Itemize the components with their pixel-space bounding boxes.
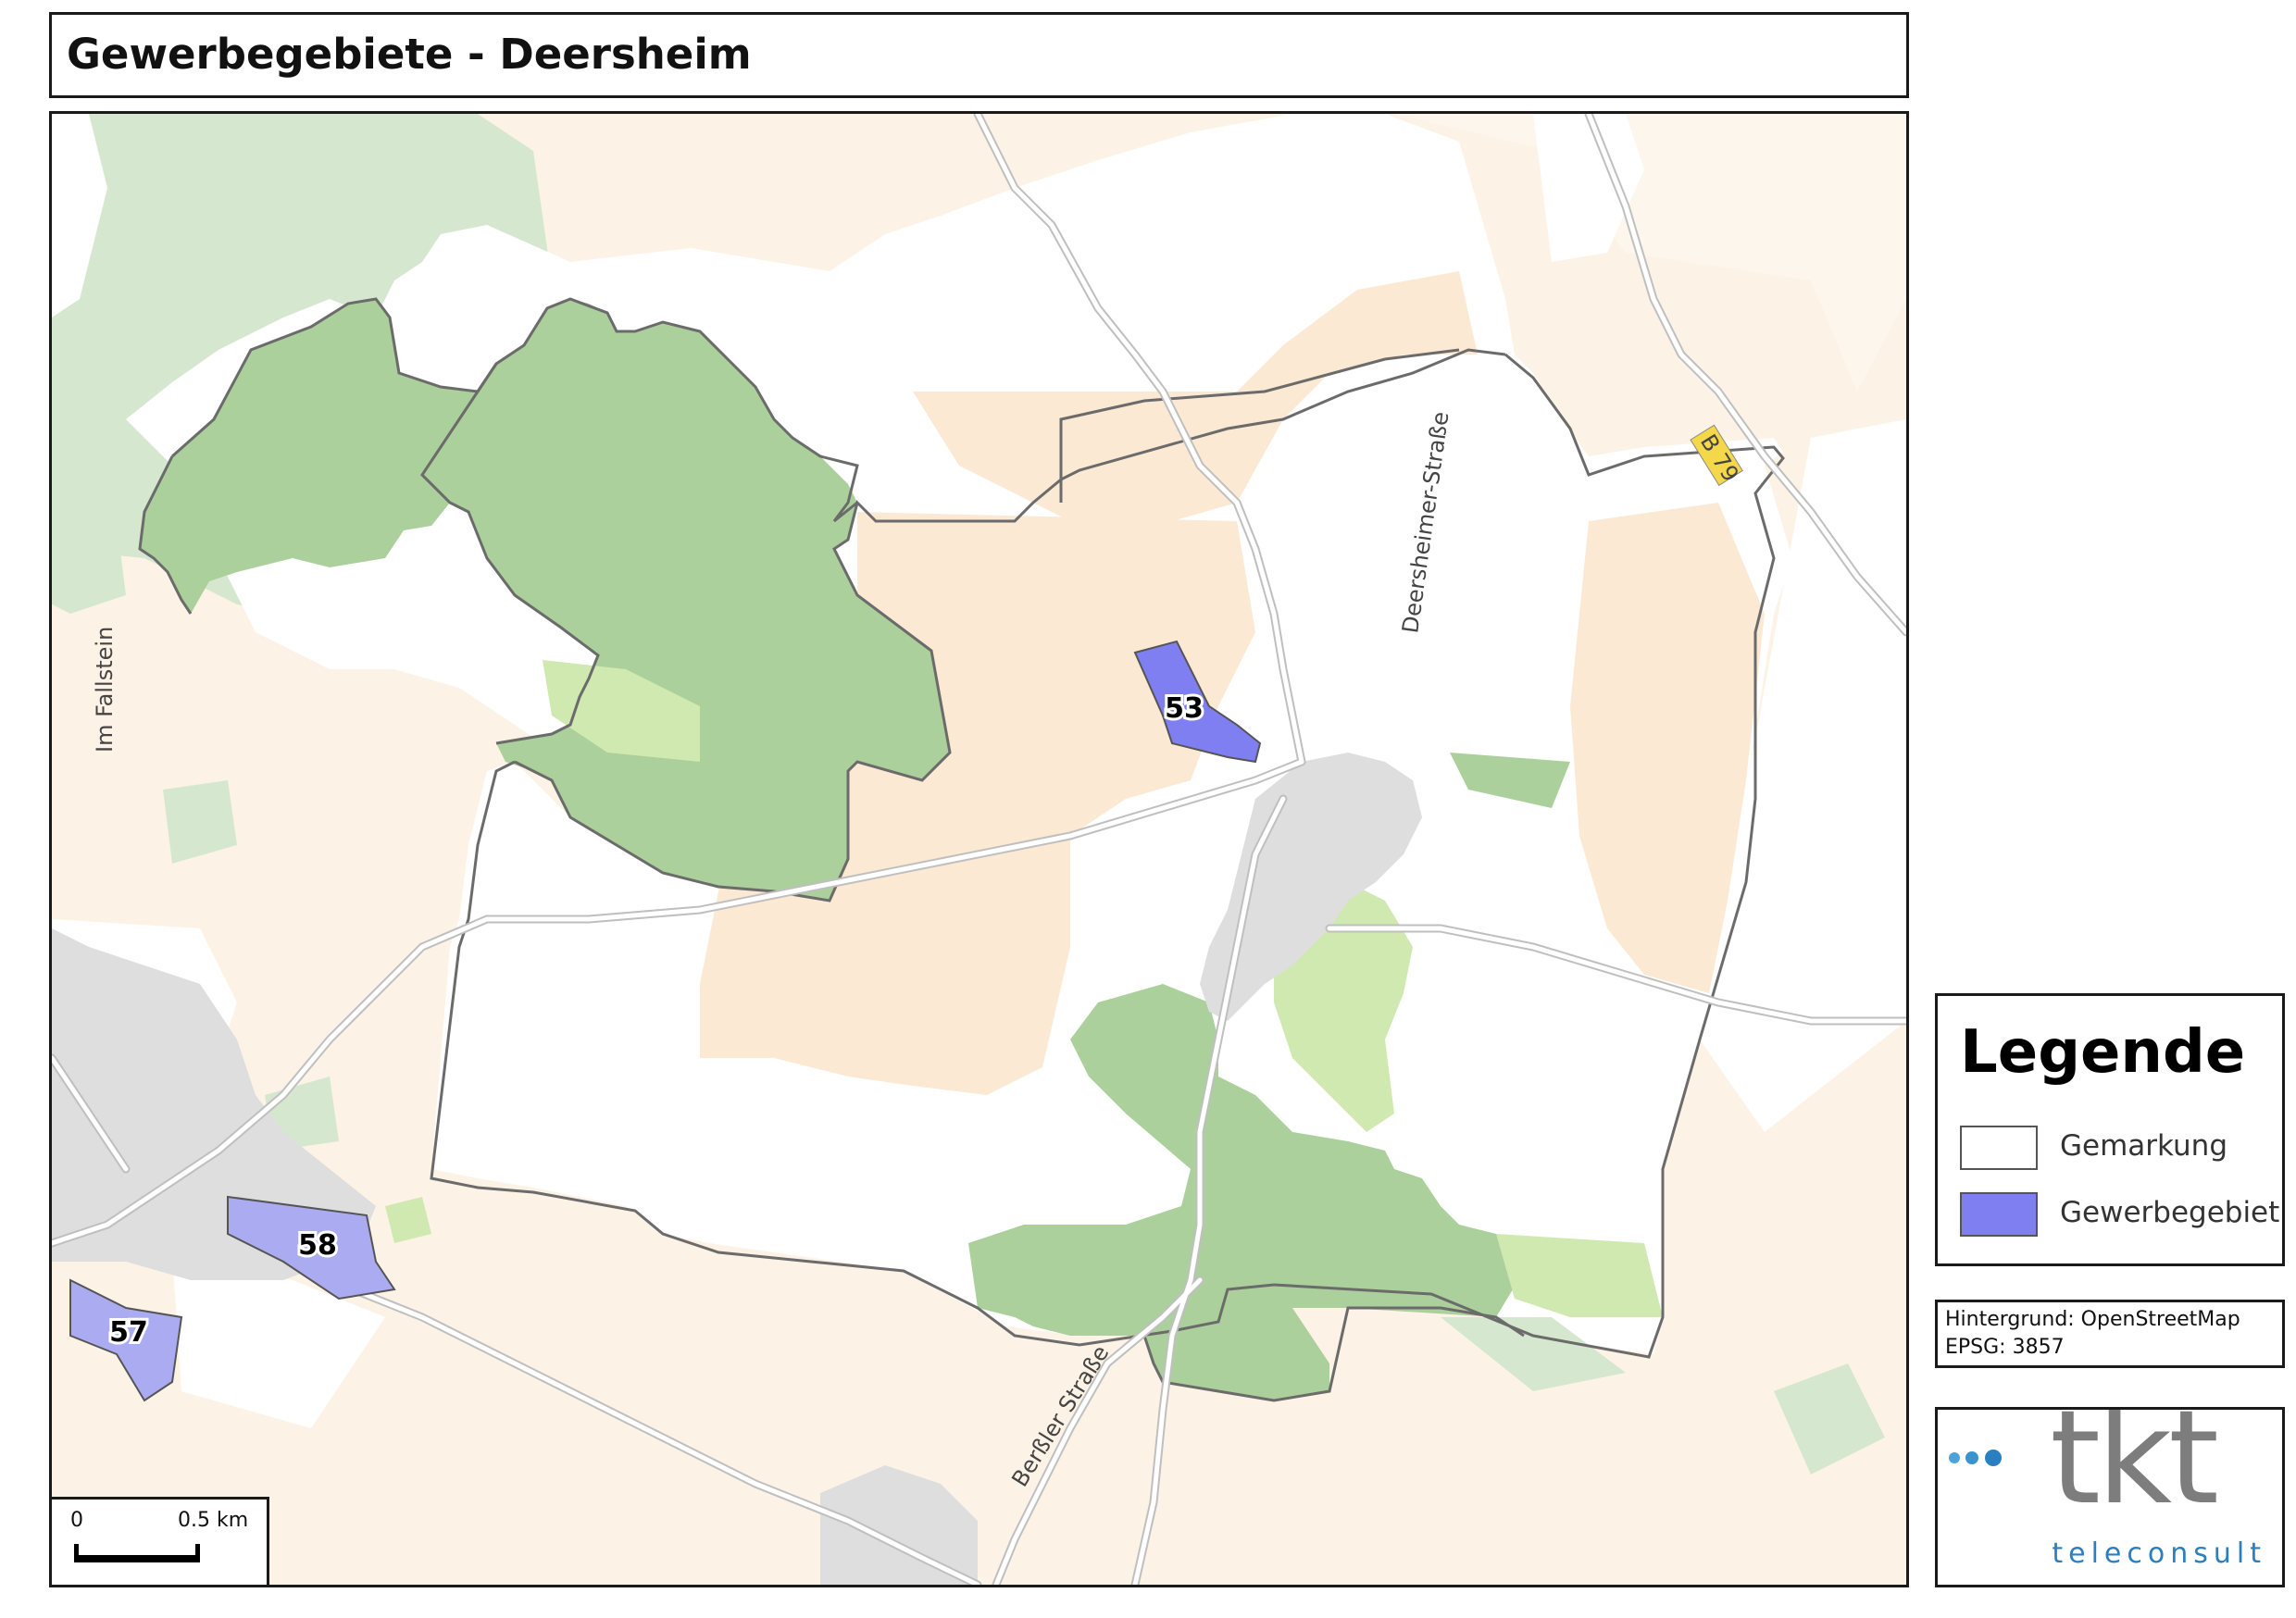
- scale-bar-line: [74, 1555, 200, 1562]
- scale-label-start: 0: [70, 1509, 83, 1532]
- source-info: Hintergrund: OpenStreetMap EPSG: 3857: [1935, 1300, 2285, 1368]
- logo-tagline: teleconsult: [2052, 1537, 2266, 1570]
- scale-bar: 0 0.5 km: [52, 1497, 269, 1585]
- legend-swatch-gewerbegebiet: [1960, 1192, 2038, 1237]
- area-label-53: 53: [1165, 692, 1204, 725]
- logo-dot-3-icon: [1985, 1450, 2002, 1466]
- scale-label-end: 0.5 km: [178, 1509, 249, 1532]
- map-canvas[interactable]: 53 58 57 Im Fallstein Deersheimer-Straße…: [52, 114, 1906, 1585]
- legend: Legende Gemarkung Gewerbegebiet: [1935, 993, 2285, 1266]
- title-box: Gewerbegebiete - Deersheim: [49, 12, 1909, 98]
- map-title: Gewerbegebiete - Deersheim: [67, 30, 752, 79]
- source-line-1: Hintergrund: OpenStreetMap: [1945, 1308, 2240, 1331]
- logo-brand: tkt: [2050, 1410, 2216, 1534]
- road-label-falstein: Im Fallstein: [92, 627, 118, 753]
- legend-label-gewerbegebiet: Gewerbegebiet: [2060, 1196, 2280, 1229]
- scale-tick-end: [195, 1544, 200, 1562]
- logo-tkt: tkt teleconsult: [1935, 1407, 2285, 1587]
- legend-title: Legende: [1960, 1018, 2246, 1087]
- logo-graphic: tkt teleconsult: [1949, 1410, 2266, 1570]
- area-label-57: 57: [109, 1316, 148, 1349]
- legend-label-gemarkung: Gemarkung: [2060, 1129, 2228, 1163]
- map-frame[interactable]: 53 58 57 Im Fallstein Deersheimer-Straße…: [49, 111, 1909, 1587]
- scale-tick-start: [74, 1544, 79, 1562]
- logo-dot-2-icon: [1965, 1451, 1978, 1464]
- logo-dot-1-icon: [1949, 1452, 1960, 1463]
- legend-swatch-gemarkung: [1960, 1126, 2038, 1170]
- source-line-2: EPSG: 3857: [1945, 1336, 2065, 1359]
- area-label-58: 58: [298, 1229, 337, 1262]
